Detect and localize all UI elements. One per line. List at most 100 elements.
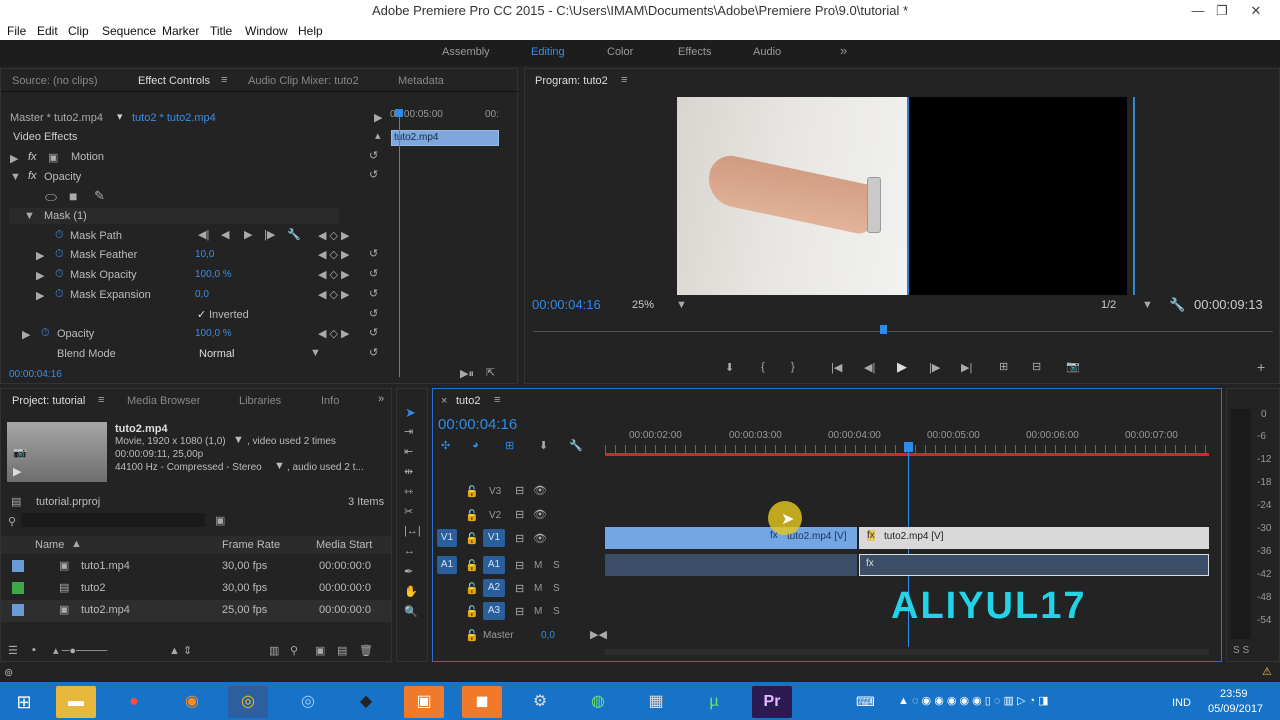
chevron-down-icon[interactable]: ▼ [1142, 299, 1153, 311]
premiere-pro-icon[interactable]: Pr [752, 686, 792, 718]
tray-icons[interactable]: ▲ ◌ ◉ ◉ ◉ ◉ ◉ ▯ ◌ ▥ ▷ ◔ ◨ [898, 694, 1049, 707]
panel-menu-icon[interactable]: ≡ [621, 74, 627, 86]
panel-menu-icon[interactable]: ≡ [494, 394, 500, 406]
snap-icon[interactable]: ✣ [441, 439, 450, 452]
mute-button[interactable]: M [534, 606, 542, 617]
clip-selector[interactable]: tuto2 * tuto2.mp4 [132, 112, 216, 124]
export-icon[interactable]: ⇱ [486, 366, 495, 379]
lock-icon[interactable]: 🔓 [465, 629, 479, 642]
keyboard-icon[interactable]: ⌨ [856, 694, 875, 710]
reset-icon[interactable]: ↺ [369, 346, 378, 359]
rate-stretch-tool-icon[interactable]: ⇿ [404, 485, 413, 498]
table-row[interactable]: ▣ tuto2.mp4 25,00 fps 00:00:00:0 [1, 600, 391, 622]
tab-sequence[interactable]: tuto2 [456, 395, 480, 407]
reset-icon[interactable]: ↺ [369, 247, 378, 260]
stopwatch-icon[interactable]: ⏱ [41, 327, 50, 340]
mask-opacity-value[interactable]: 100,0 % [195, 269, 232, 280]
lock-icon[interactable]: 🔓 [465, 485, 479, 498]
lock-icon[interactable]: 🔓 [465, 509, 479, 522]
panel-menu-icon[interactable]: ≡ [221, 74, 227, 86]
stopwatch-icon[interactable]: ⏱ [55, 248, 64, 261]
tab-effect-controls[interactable]: Effect Controls [138, 75, 210, 87]
fx-icon[interactable]: fx [28, 170, 37, 182]
menu-file[interactable]: File [7, 24, 26, 38]
keyframe-nav-icon[interactable]: ◀ ◇ ▶ [318, 327, 350, 340]
stopwatch-icon[interactable]: ⏱ [55, 268, 64, 281]
master-clip-label[interactable]: Master * tuto2.mp4 [10, 112, 103, 124]
play-icon[interactable]: ▶ [374, 111, 382, 124]
new-bin-icon[interactable]: ▣ [315, 644, 325, 657]
clock-time[interactable]: 23:59 [1220, 688, 1248, 700]
audio-clip-2[interactable]: fx [859, 554, 1209, 576]
add-button-icon[interactable]: + [1257, 359, 1265, 375]
mark-in-icon[interactable]: { [761, 361, 765, 373]
reset-icon[interactable]: ↺ [369, 326, 378, 339]
table-row[interactable]: ▤ tuto2 30,00 fps 00:00:00:0 [1, 578, 391, 600]
column-name[interactable]: Name [35, 539, 64, 551]
expand-arrow-icon[interactable]: ▶ [10, 152, 18, 165]
go-to-in-icon[interactable]: |◀ [831, 361, 842, 374]
zoom-tool-icon[interactable]: 🔍 [404, 605, 418, 618]
stopwatch-icon[interactable]: ⏱ [55, 288, 64, 301]
expand-arrow-icon[interactable]: ▶ [36, 249, 44, 262]
tab-libraries[interactable]: Libraries [239, 395, 281, 407]
razor-tool-icon[interactable]: ✂ [404, 505, 413, 518]
new-item-icon[interactable]: ▤ [337, 644, 347, 657]
reset-icon[interactable]: ↺ [369, 307, 378, 320]
fx-icon[interactable]: fx [28, 151, 37, 163]
track-target-a1[interactable]: A1 [483, 556, 505, 574]
mask-expansion-value[interactable]: 0,0 [195, 289, 209, 300]
track-forward-all-icon[interactable]: |▶ [264, 228, 275, 241]
keyframe-nav-icon[interactable]: ◀ ◇ ▶ [318, 229, 350, 242]
chrome-canary-icon[interactable]: ◎ [288, 686, 328, 718]
workspace-editing[interactable]: Editing [531, 46, 565, 58]
chevron-down-icon[interactable]: ▼ [233, 434, 244, 446]
collapse-icon[interactable]: ▴ [375, 129, 381, 142]
tab-media-browser[interactable]: Media Browser [127, 395, 200, 407]
icon-view-icon[interactable]: ▪ [32, 644, 36, 656]
video-clip-1[interactable]: fx tuto2.mp4 [V] [605, 527, 857, 549]
workspace-effects[interactable]: Effects [678, 46, 711, 58]
workspace-color[interactable]: Color [607, 46, 633, 58]
program-playhead[interactable] [880, 325, 887, 334]
menu-clip[interactable]: Clip [68, 24, 89, 38]
app-orange-icon[interactable]: ▣ [404, 686, 444, 718]
baidu-icon[interactable]: ● [114, 686, 154, 718]
mini-clip[interactable]: tuto2.mp4 [391, 130, 499, 146]
utorrent-icon[interactable]: µ [694, 686, 734, 718]
globe-app-icon[interactable]: ◍ [578, 686, 618, 718]
add-edit-icon[interactable]: ⊞ [505, 439, 514, 452]
find-icon[interactable]: ⚲ [290, 644, 298, 657]
eye-icon[interactable]: 👁 [533, 508, 547, 521]
menu-title[interactable]: Title [210, 24, 232, 38]
label-color[interactable] [12, 582, 24, 594]
warning-icon[interactable]: ⚠ [1262, 665, 1272, 678]
step-forward-icon[interactable]: |▶ [929, 361, 940, 374]
solo-button[interactable]: S [553, 560, 560, 571]
ellipse-mask-icon[interactable]: ⬭ [45, 189, 57, 206]
workspace-audio[interactable]: Audio [753, 46, 781, 58]
chevron-down-icon[interactable]: ▼ [274, 460, 285, 472]
sync-lock-icon[interactable]: ⊟ [515, 532, 524, 545]
panel-menu-icon[interactable]: ≡ [98, 394, 104, 406]
source-patch-v1[interactable]: V1 [437, 529, 457, 547]
language-indicator[interactable]: IND [1172, 697, 1191, 709]
reset-icon[interactable]: ↺ [369, 168, 378, 181]
menu-marker[interactable]: Marker [162, 24, 199, 38]
mask-edge[interactable] [1133, 97, 1135, 295]
hand-tool-icon[interactable]: ✋ [404, 585, 418, 598]
automate-icon[interactable]: ▥ [269, 644, 279, 657]
tab-audio-clip-mixer[interactable]: Audio Clip Mixer: tuto2 [248, 75, 359, 87]
pen-tool-icon[interactable]: ✒ [404, 565, 413, 578]
lock-icon[interactable]: 🔓 [465, 582, 479, 595]
slide-tool-icon[interactable]: ↔ [404, 545, 415, 557]
meter-solo-buttons[interactable]: S S [1233, 645, 1249, 656]
go-to-out-icon[interactable]: ▶| [961, 361, 972, 374]
video-clip-2[interactable]: fx tuto2.mp4 [V] [859, 527, 1209, 549]
windows-start-icon[interactable]: ⊞ [4, 686, 44, 718]
firefox-icon[interactable]: ◉ [172, 686, 212, 718]
master-go-icon[interactable]: ▶◀ [590, 628, 607, 641]
timeline-playhead-handle[interactable] [904, 442, 913, 452]
inverted-checkbox[interactable]: ✓ [197, 308, 206, 321]
settings-app-icon[interactable]: ⚙ [520, 686, 560, 718]
